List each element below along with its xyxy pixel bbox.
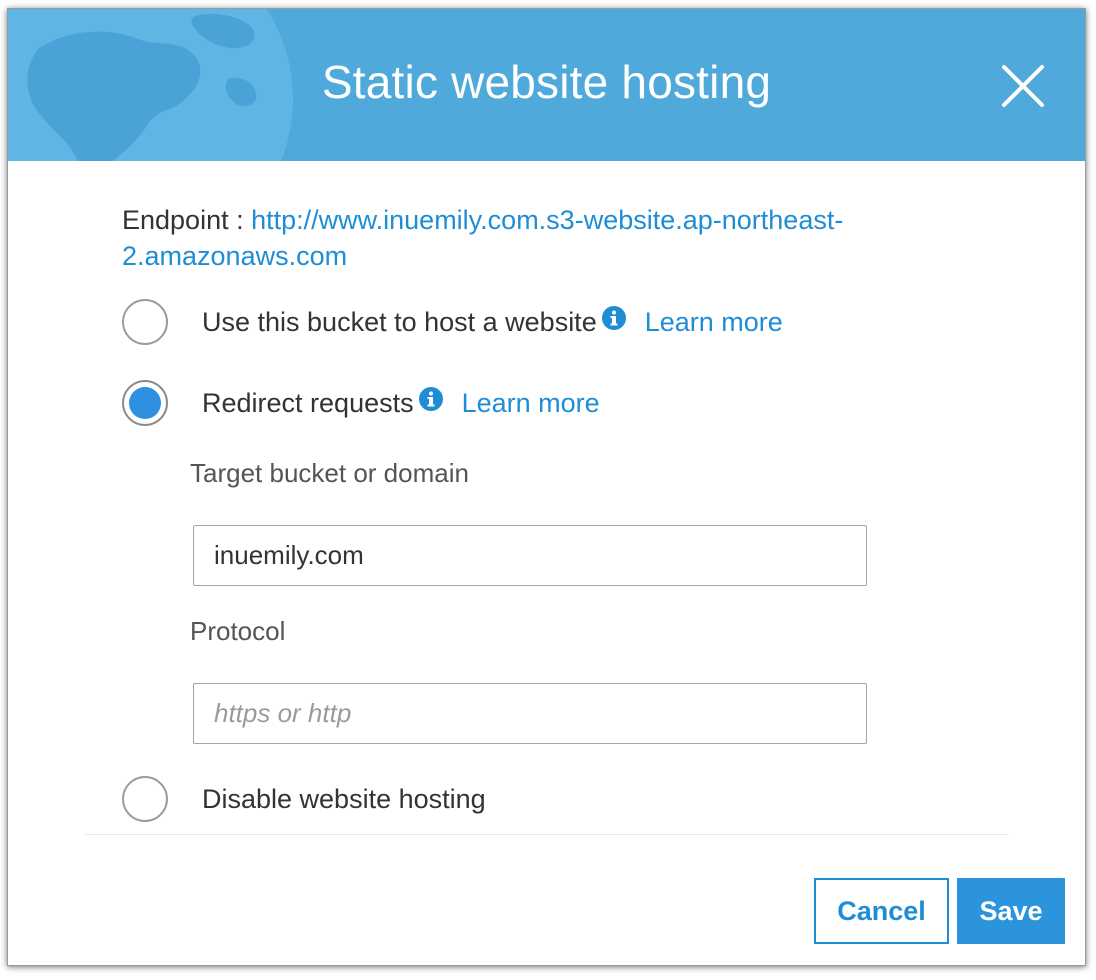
save-button[interactable]: Save xyxy=(957,878,1065,944)
static-website-hosting-dialog: Static website hosting Endpoint : http:/… xyxy=(7,8,1086,966)
cancel-button[interactable]: Cancel xyxy=(814,878,949,944)
protocol-input[interactable] xyxy=(193,683,867,744)
dialog-title: Static website hosting xyxy=(321,56,772,108)
option-disable-hosting-label: Disable website hosting xyxy=(202,783,486,814)
option-host-website[interactable]: Use this bucket to host a website Learn … xyxy=(122,297,783,347)
info-icon[interactable] xyxy=(418,386,444,412)
close-button[interactable] xyxy=(998,61,1048,111)
radio-disable-hosting[interactable] xyxy=(122,776,168,822)
target-bucket-label: Target bucket or domain xyxy=(190,458,469,488)
target-bucket-input[interactable] xyxy=(193,525,867,586)
option-redirect-requests[interactable]: Redirect requests Learn more xyxy=(122,378,600,428)
option-redirect-requests-label: Redirect requests xyxy=(202,387,414,418)
endpoint-text: Endpoint : http://www.inuemily.com.s3-we… xyxy=(122,202,942,274)
radio-redirect-requests[interactable] xyxy=(122,380,168,426)
dialog-header: Static website hosting xyxy=(8,9,1085,161)
option-host-website-label: Use this bucket to host a website xyxy=(202,306,597,337)
learn-more-link-redirect[interactable]: Learn more xyxy=(462,388,600,419)
info-icon[interactable] xyxy=(601,305,627,331)
endpoint-label: Endpoint : xyxy=(122,205,252,235)
radio-host-website[interactable] xyxy=(122,299,168,345)
protocol-label: Protocol xyxy=(190,616,286,646)
option-disable-hosting[interactable]: Disable website hosting xyxy=(122,774,486,824)
footer-divider xyxy=(85,834,1009,835)
close-icon xyxy=(1002,65,1044,107)
learn-more-link-host-website[interactable]: Learn more xyxy=(645,307,783,338)
